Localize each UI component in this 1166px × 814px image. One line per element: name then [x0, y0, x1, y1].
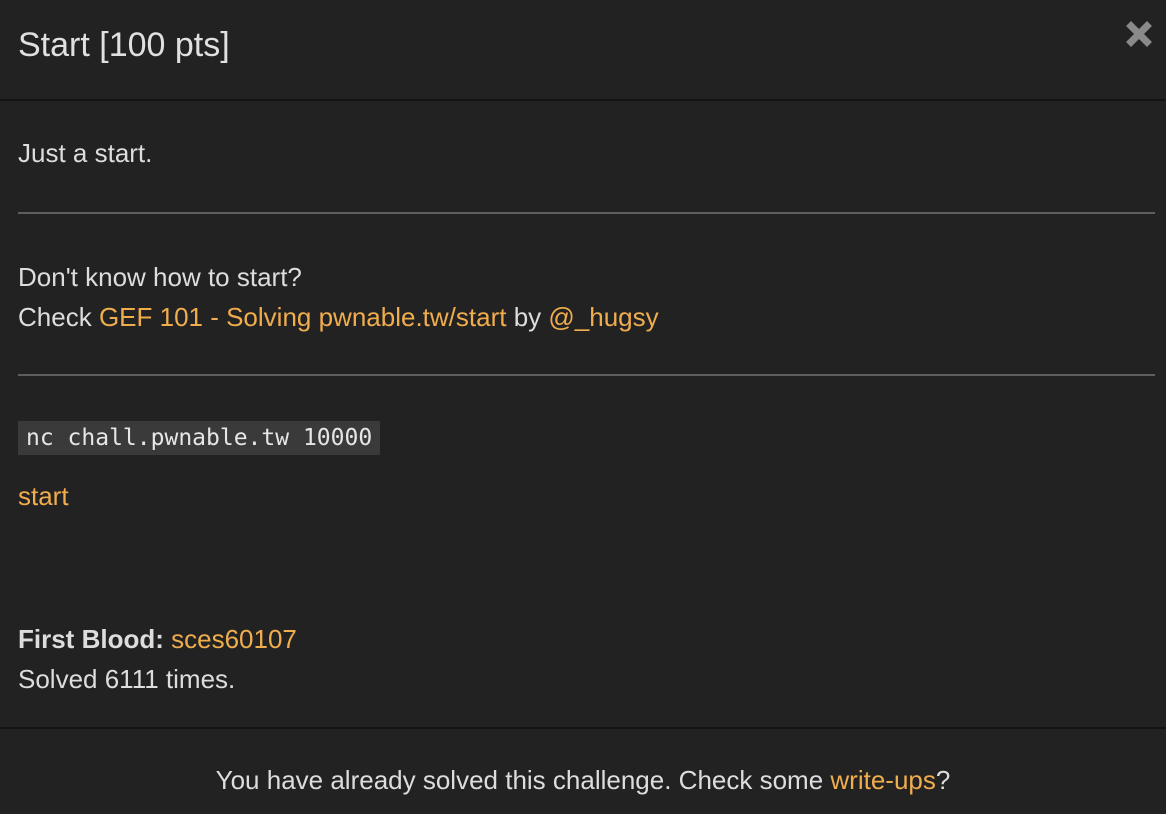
help-text: Don't know how to start? Check GEF 101 -…: [18, 257, 659, 337]
author-link[interactable]: @_hugsy: [548, 302, 658, 332]
first-blood-label: First Blood:: [18, 624, 164, 654]
footer-message: You have already solved this challenge. …: [0, 763, 1166, 797]
challenge-stats: First Blood: sces60107 Solved 6111 times…: [18, 619, 297, 699]
modal-footer: You have already solved this challenge. …: [0, 727, 1166, 814]
by-text: by: [513, 302, 542, 332]
connection-command: nc chall.pwnable.tw 10000: [18, 421, 381, 455]
footer-message-suffix: ?: [935, 765, 951, 795]
check-prefix: Check: [18, 302, 92, 332]
close-icon[interactable]: [1124, 14, 1154, 54]
close-button[interactable]: [1124, 14, 1154, 54]
divider: [18, 374, 1155, 376]
guide-link[interactable]: GEF 101 - Solving pwnable.tw/start: [99, 302, 507, 332]
binary-download-link[interactable]: start: [18, 479, 69, 513]
modal-body: Just a start. Don't know how to start? C…: [0, 101, 1166, 727]
first-blood-line: First Blood: sces60107: [18, 619, 297, 659]
help-guide-line: Check GEF 101 - Solving pwnable.tw/start…: [18, 297, 659, 337]
first-blood-user-link[interactable]: sces60107: [171, 624, 297, 654]
challenge-description: Just a start.: [18, 138, 153, 168]
modal-header: Start [100 pts]: [0, 0, 1166, 101]
solved-count: Solved 6111 times.: [18, 664, 236, 694]
writeups-link[interactable]: write-ups: [830, 765, 935, 795]
modal-title: Start [100 pts]: [18, 26, 230, 64]
divider: [18, 212, 1155, 214]
footer-message-prefix: You have already solved this challenge. …: [215, 765, 824, 795]
help-question: Don't know how to start?: [18, 262, 302, 292]
